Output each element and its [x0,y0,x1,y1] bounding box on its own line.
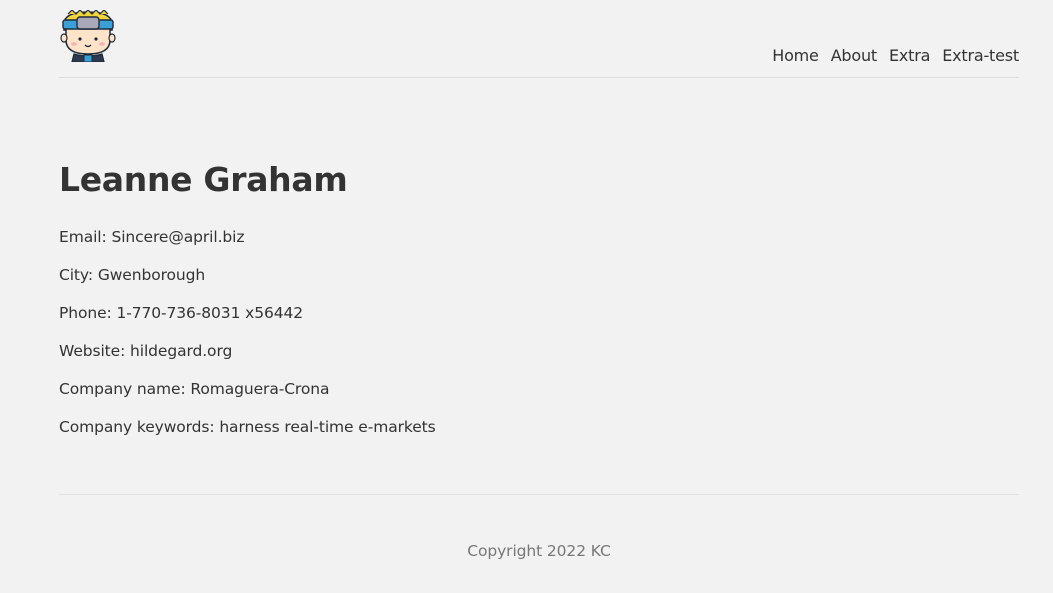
site-header: Home About Extra Extra-test [59,0,1019,78]
city-row: CityGwenborough [59,264,1019,286]
website-value: hildegard.org [130,342,233,360]
phone-value: 1-770-736-8031 x56442 [116,304,304,322]
website-label: Website [59,342,130,360]
main-nav: Home About Extra Extra-test [772,46,1019,66]
company-name-value: Romaguera-Crona [190,380,330,398]
phone-row: Phone1-770-736-8031 x56442 [59,302,1019,324]
email-label: Email [59,228,111,246]
city-label: City [59,266,98,284]
logo-link[interactable] [60,9,116,63]
nav-extra-test-link[interactable]: Extra-test [942,46,1019,66]
copyright-text: Copyright 2022 KC [467,542,611,560]
page-container: Home About Extra Extra-test Leanne Graha… [59,0,1019,560]
email-value: Sincere@april.biz [111,228,245,246]
company-keywords-row: Company keywordsharness real-time e-mark… [59,416,1019,438]
nav-about-link[interactable]: About [831,46,878,66]
website-row: Websitehildegard.org [59,340,1019,362]
phone-label: Phone [59,304,116,322]
profile-name: Leanne Graham [59,160,348,199]
company-keywords-label: Company keywords [59,418,219,436]
company-name-row: Company nameRomaguera-Crona [59,378,1019,400]
email-row: EmailSincere@april.biz [59,226,1019,248]
nav-home-link[interactable]: Home [772,46,819,66]
city-value: Gwenborough [97,266,206,284]
cartoon-boy-with-headband-icon [60,9,116,63]
nav-extra-link[interactable]: Extra [889,46,930,66]
site-footer: Copyright 2022 KC [59,495,1019,560]
profile-section: Leanne Graham EmailSincere@april.biz Cit… [59,78,1019,495]
company-name-label: Company name [59,380,190,398]
company-keywords-value: harness real-time e-markets [219,418,436,436]
